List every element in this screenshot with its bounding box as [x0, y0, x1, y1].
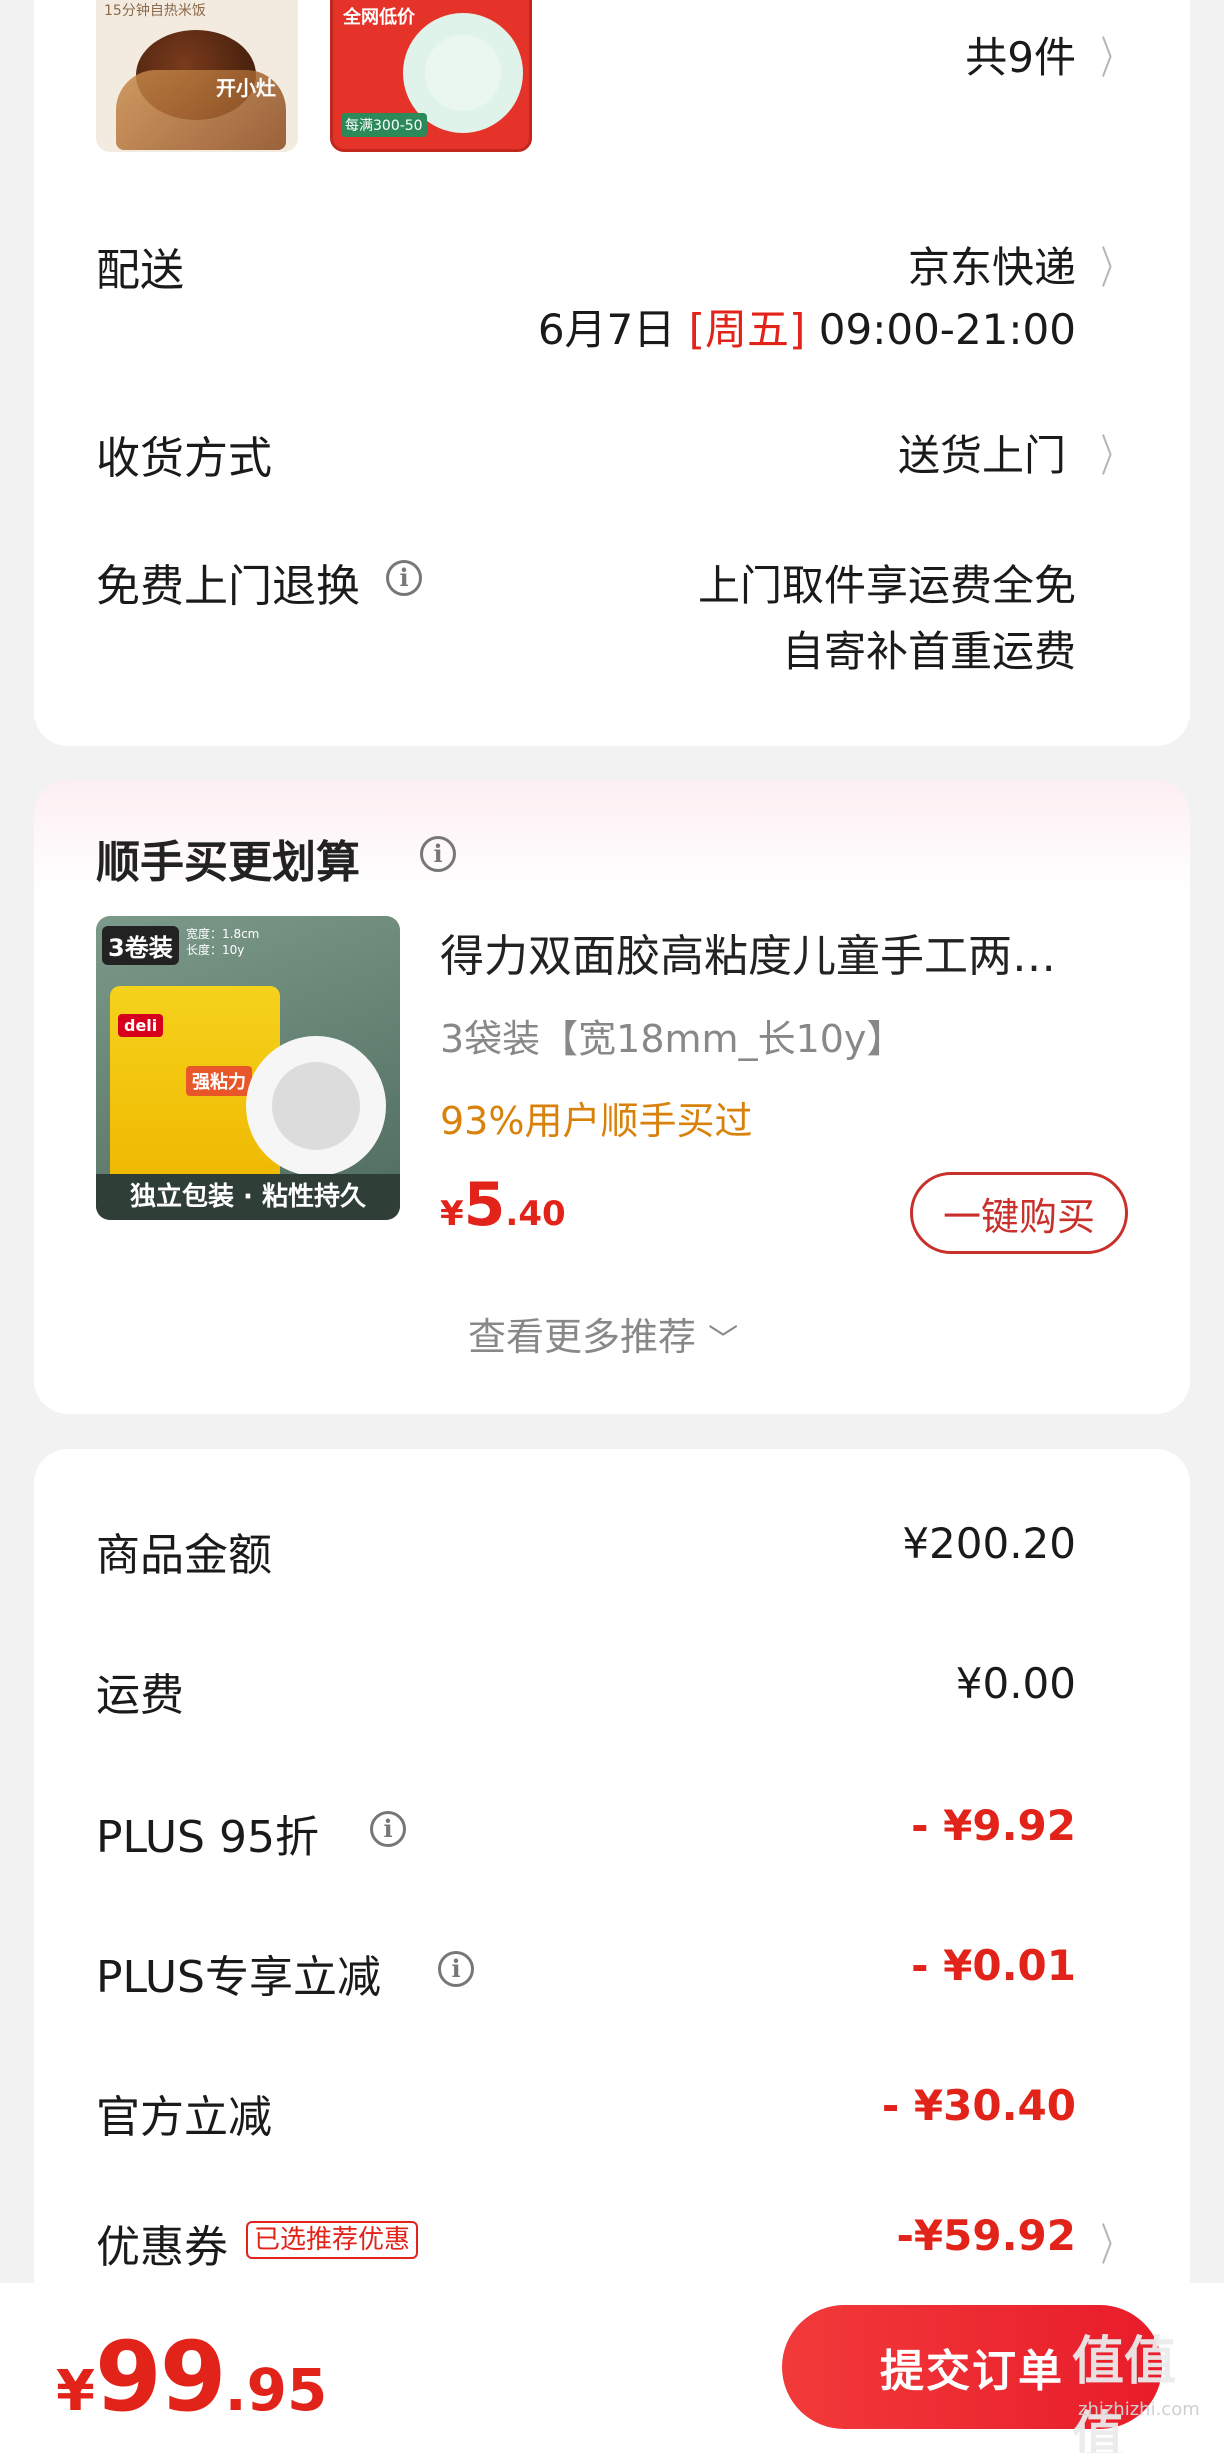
watermark-url: zhizhizhi.com	[1078, 2399, 1200, 2420]
thumb-brand: 开小灶	[216, 76, 276, 100]
recommend-product-spec[interactable]: 3袋装【宽18mm_长10y】	[440, 1008, 904, 1063]
one-click-buy-button[interactable]: 一键购买	[910, 1172, 1128, 1254]
view-more-recommend[interactable]: 查看更多推荐 ﹀	[468, 1306, 738, 1361]
total-decimal: .95	[224, 2356, 328, 2424]
delivery-carrier[interactable]: 京东快递	[908, 234, 1076, 295]
info-icon[interactable]: i	[386, 560, 422, 596]
free-return-label: 免费上门退换	[96, 561, 360, 612]
image-sticker: 强粘力	[186, 1066, 252, 1096]
delivery-label: 配送	[96, 245, 184, 296]
plus-discount-label: PLUS 95折	[96, 1812, 319, 1863]
image-spec-length: 长度：10y	[186, 943, 245, 957]
delivery-weekday: [周五]	[688, 305, 806, 354]
recommend-product-image[interactable]: 3卷装 宽度：1.8cm 长度：10y deli 强粘力 独立包装 · 粘性持久	[96, 916, 400, 1220]
info-icon[interactable]: i	[420, 836, 456, 872]
chevron-down-icon: ﹀	[708, 1323, 739, 1358]
goods-amount-label: 商品金额	[96, 1530, 272, 1581]
total-price: ¥99.95	[56, 2321, 327, 2433]
plus-reduction-label: PLUS专享立减	[96, 1952, 381, 2003]
image-spec-width: 宽度：1.8cm	[186, 927, 260, 941]
free-return-line1: 上门取件享运费全免	[697, 561, 1076, 610]
plus-reduction-value: - ¥0.01	[911, 1941, 1076, 1990]
submit-order-label: 提交订单	[880, 2346, 1064, 2397]
thumb-caption-2: 每满300-50	[341, 113, 427, 137]
shipping-fee-label: 运费	[96, 1670, 184, 1721]
info-icon[interactable]: i	[438, 1951, 474, 1987]
chevron-right-icon[interactable]: 〉	[1101, 22, 1127, 86]
item-count[interactable]: 共9件	[965, 24, 1076, 85]
free-return-line2: 自寄补首重运费	[781, 627, 1076, 676]
image-pack-tag: 3卷装	[102, 926, 179, 965]
coupon-label: 优惠券	[96, 2222, 228, 2273]
plus-discount-value: - ¥9.92	[911, 1801, 1076, 1850]
goods-amount-value: ¥200.20	[902, 1519, 1076, 1568]
recommend-product-title[interactable]: 得力双面胶高粘度儿童手工两…	[440, 920, 1056, 984]
chevron-right-icon[interactable]: 〉	[1101, 232, 1127, 296]
image-brand-logo: deli	[118, 1014, 164, 1037]
receive-method-label: 收货方式	[96, 433, 272, 484]
info-icon[interactable]: i	[370, 1811, 406, 1847]
view-more-label: 查看更多推荐	[468, 1315, 697, 1359]
total-currency: ¥	[56, 2359, 95, 2424]
watermark-logo: 值值值	[1072, 2332, 1177, 2453]
official-reduction-label: 官方立减	[96, 2092, 272, 2143]
chevron-right-icon[interactable]: 〉	[1101, 420, 1127, 484]
receive-method-value[interactable]: 送货上门	[898, 422, 1066, 483]
thumb-badge: 全网低价	[343, 7, 415, 28]
coupon-recommend-tag: 已选推荐优惠	[246, 2221, 419, 2259]
official-reduction-value: - ¥30.40	[881, 2081, 1076, 2130]
recommend-buy-rate: 93%用户顺手买过	[440, 1099, 753, 1143]
thumb-caption: 15分钟自热米饭	[104, 3, 206, 19]
product-thumbnail-rice[interactable]: 15分钟自热米饭 开小灶	[96, 0, 298, 152]
recommend-title: 顺手买更划算	[96, 837, 360, 888]
order-info-card: 15分钟自热米饭 开小灶 全网低价 每满300-50 共9件 〉 配送 京东快递…	[34, 0, 1190, 746]
delivery-date: 6月7日	[537, 305, 676, 354]
price-currency: ¥	[440, 1194, 464, 1234]
image-footer-text: 独立包装 · 粘性持久	[96, 1174, 400, 1220]
chevron-right-icon[interactable]: 〉	[1101, 2209, 1127, 2273]
coupon-value[interactable]: -¥59.92	[896, 2211, 1076, 2260]
tape-roll-image	[246, 1036, 386, 1176]
image-spec: 宽度：1.8cm 长度：10y	[186, 926, 259, 958]
product-thumbnail-tape[interactable]: 全网低价 每满300-50	[330, 0, 532, 152]
delivery-hours: 09:00-21:00	[818, 305, 1076, 354]
shipping-fee-value: ¥0.00	[955, 1659, 1076, 1708]
total-integer: 99	[94, 2321, 227, 2433]
delivery-time: 6月7日 [周五] 09:00-21:00	[538, 296, 1076, 357]
checkout-bar: ¥99.95 提交订单 值值值 zhizhizhi.com	[0, 2283, 1224, 2453]
price-decimal: .40	[505, 1194, 566, 1234]
recommend-card: 顺手买更划算 i 3卷装 宽度：1.8cm 长度：10y deli 强粘力 独立…	[34, 780, 1190, 1414]
price-integer: 5	[463, 1170, 506, 1240]
recommend-price: ¥5.40	[440, 1170, 566, 1240]
